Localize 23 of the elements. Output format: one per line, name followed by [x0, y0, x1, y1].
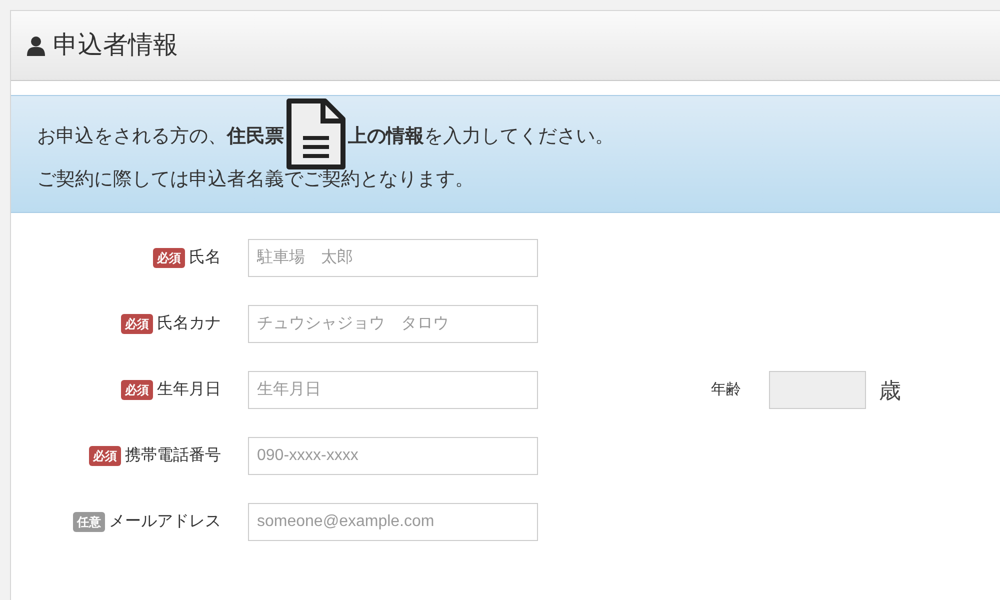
field-label: 生年月日: [157, 380, 221, 400]
badge: 必須: [121, 380, 153, 400]
text-field[interactable]: 駐車場 太郎: [248, 239, 538, 277]
field-label: メールアドレス: [109, 512, 221, 532]
user-icon: [27, 36, 45, 56]
badge: 必須: [153, 248, 185, 268]
document-icon: [285, 98, 347, 170]
notice-text: お申込をされる方の、住民票: [37, 124, 284, 149]
unit-label: 歳: [879, 376, 901, 404]
field-label: 携帯電話番号: [125, 446, 221, 466]
notice-text: ご契約に際しては申込者名義でご契約となります。: [37, 168, 475, 192]
text-field[interactable]: someone@example.com: [248, 503, 538, 541]
badge: 必須: [89, 446, 121, 466]
text-field[interactable]: 090-xxxx-xxxx: [248, 437, 538, 475]
field-label: 氏名カナ: [157, 314, 221, 334]
text-field[interactable]: 生年月日: [248, 371, 538, 409]
panel-title: 申込者情報: [53, 30, 178, 61]
badge: 必須: [121, 314, 153, 334]
field-label: 年齢: [711, 380, 741, 400]
badge: 任意: [73, 512, 105, 532]
notice-text: 上の情報を入力してください。: [348, 124, 614, 149]
field-label: 氏名: [189, 248, 221, 268]
text-field[interactable]: チュウシャジョウ タロウ: [248, 305, 538, 343]
